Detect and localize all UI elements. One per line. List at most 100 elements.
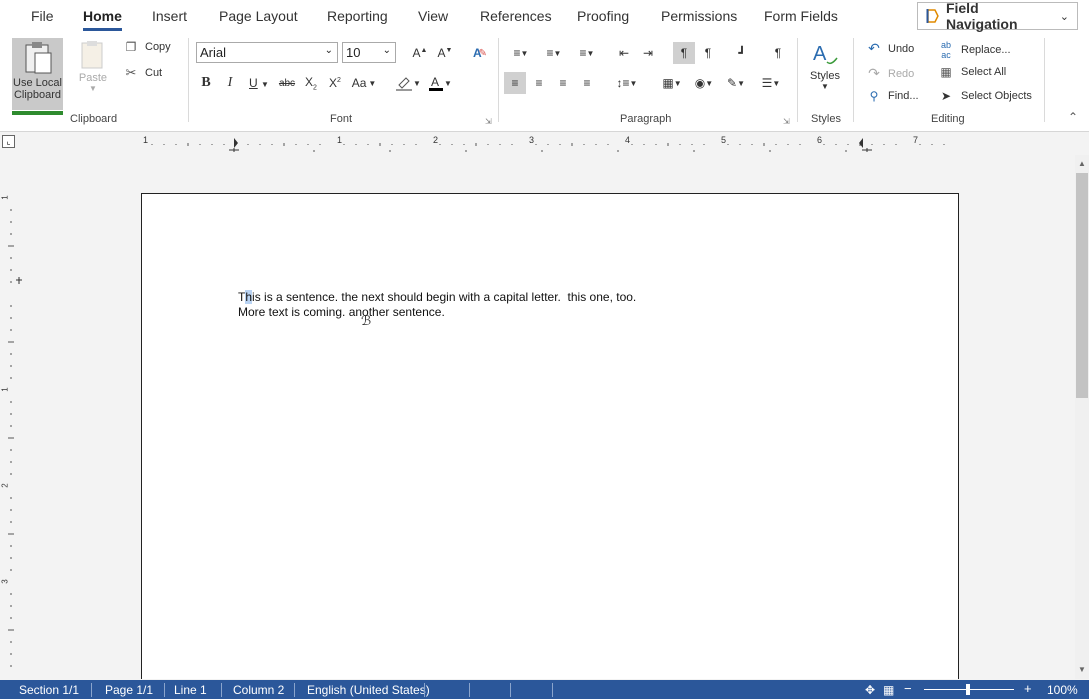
status-page: Page 1/1 (105, 683, 154, 697)
borders-button[interactable]: ▦ ▼ (658, 72, 686, 94)
numbering-button[interactable]: ≡ ▼ (540, 42, 568, 64)
tab-form-fields[interactable]: Form Fields (764, 8, 838, 24)
doc-line1-rest: is is a sentence. the next should begin … (252, 290, 637, 304)
vertical-scrollbar[interactable]: ▲ ▼ (1075, 155, 1089, 679)
font-dialog-launcher-icon[interactable]: ⇲ (485, 117, 492, 126)
decrease-indent-button[interactable]: ⇤ (613, 42, 635, 64)
font-size-select[interactable]: 10 ⌄ (342, 42, 396, 63)
styles-icon: A (813, 43, 838, 65)
tab-reporting[interactable]: Reporting (327, 8, 388, 24)
vertical-ruler[interactable]: 1 1 2 3 (0, 160, 22, 676)
border-color-button[interactable]: ✎ ▼ (722, 72, 750, 94)
shading-button[interactable]: ◉ ▼ (690, 72, 718, 94)
zoom-in-icon[interactable]: + (1024, 681, 1032, 696)
bold-button[interactable]: B (195, 72, 217, 94)
page-break-button[interactable]: ┛ (731, 42, 753, 64)
replace-button[interactable]: ab ac Replace... (937, 40, 1011, 60)
scroll-down-icon[interactable]: ▼ (1075, 663, 1089, 677)
vruler-ticks (8, 209, 22, 667)
scroll-up-icon[interactable]: ▲ (1075, 157, 1089, 171)
text-cursor-icon: ℬ (361, 313, 372, 328)
clear-formatting-button[interactable]: A ✎ (469, 42, 491, 64)
underline-button[interactable]: U ▼ (245, 72, 273, 94)
tab-permissions[interactable]: Permissions (661, 8, 737, 24)
tab-view[interactable]: View (418, 8, 448, 24)
paragraph-group-label: Paragraph (620, 113, 672, 125)
tab-references[interactable]: References (480, 8, 552, 24)
paragraph-dialog-launcher-icon[interactable]: ⇲ (783, 117, 790, 126)
grow-font-button[interactable]: A▲ (409, 42, 431, 64)
tab-home[interactable]: Home (83, 8, 122, 31)
horizontal-ruler[interactable]: 1 1 2 3 4 5 6 7 (140, 135, 955, 152)
ruler-number: 7 (913, 135, 919, 145)
tab-insert[interactable]: Insert (152, 8, 187, 24)
borders-icon: ▦ (662, 76, 674, 90)
redo-button[interactable]: ↷ Redo (866, 65, 914, 82)
vruler-number: 2 (0, 483, 10, 488)
undo-button[interactable]: ↶ Undo (866, 40, 914, 57)
align-left-button[interactable]: ≡ (504, 72, 526, 94)
tab-page-layout[interactable]: Page Layout (219, 8, 298, 24)
line-style-icon: ☰ (761, 76, 773, 90)
select-objects-button[interactable]: ➤ Select Objects (937, 89, 1032, 103)
zoom-out-icon[interactable]: − (904, 681, 912, 696)
font-name-select[interactable]: Arial ⌄ (196, 42, 338, 63)
rtl-button[interactable]: ¶ (697, 42, 719, 64)
increase-indent-button[interactable]: ⇥ (637, 42, 659, 64)
subscript-button[interactable]: X2 (300, 72, 322, 94)
use-local-clipboard-button[interactable]: Use Local Clipboard (12, 38, 63, 115)
paste-dropdown-icon: ▼ (89, 84, 97, 93)
bullets-button[interactable]: ≡ ▼ (507, 42, 535, 64)
paste-button[interactable]: Paste ▼ (78, 40, 108, 93)
vruler-number: 3 (0, 579, 10, 584)
shrink-font-button[interactable]: A▼ (434, 42, 456, 64)
scrollbar-thumb[interactable] (1076, 173, 1088, 398)
ltr-button[interactable]: ¶ (673, 42, 695, 64)
align-right-button[interactable]: ≡ (552, 72, 574, 94)
copy-label: Copy (145, 41, 171, 53)
chevron-down-icon: ▼ (368, 78, 377, 88)
document-area[interactable]: This is a sentence. the next should begi… (22, 155, 1075, 679)
page-view-icon[interactable]: ▦ (883, 683, 894, 697)
select-all-button[interactable]: ▦ Select All (937, 65, 1006, 79)
italic-button[interactable]: I (219, 72, 241, 94)
multilevel-list-button[interactable]: ≡ ▼ (573, 42, 601, 64)
styles-group-label: Styles (811, 113, 841, 125)
collapse-ribbon-icon[interactable]: ⌃ (1068, 110, 1078, 124)
field-navigation-button[interactable]: Field Navigation ⌄ (917, 0, 1078, 32)
justify-icon: ≡ (583, 76, 591, 90)
font-color-button[interactable]: A ▼ (426, 72, 454, 94)
tab-file[interactable]: File (31, 8, 54, 24)
subscript-icon: X2 (305, 74, 317, 92)
field-navigation-label: Field Navigation (945, 0, 1018, 32)
styles-button[interactable]: A Styles ▼ (808, 40, 842, 91)
decrease-indent-icon: ⇤ (618, 46, 630, 60)
line-spacing-button[interactable]: ↕≡ ▼ (613, 72, 641, 94)
find-button[interactable]: ⚲ Find... (866, 89, 919, 103)
highlighter-icon (396, 77, 413, 91)
search-icon: ⚲ (869, 89, 879, 103)
move-view-icon[interactable]: ✥ (865, 683, 875, 697)
border-style-button[interactable]: ☰ ▼ (757, 72, 785, 94)
justify-button[interactable]: ≡ (576, 72, 598, 94)
separator (424, 683, 425, 697)
highlight-color-button[interactable]: ▼ (393, 72, 423, 94)
zoom-slider-thumb[interactable] (966, 684, 970, 695)
superscript-button[interactable]: X2 (324, 72, 346, 94)
copy-button[interactable]: ❐ Copy (123, 40, 171, 54)
tab-selector-icon[interactable]: ⌞ (2, 135, 15, 148)
change-case-button[interactable]: Aa ▼ (350, 72, 378, 94)
show-formatting-button[interactable]: ¶ (767, 42, 789, 64)
word-processor-window: File Home Insert Page Layout Reporting V… (0, 0, 1089, 699)
svg-text:A: A (431, 75, 439, 89)
status-language[interactable]: English (United States) (307, 683, 430, 697)
separator (91, 683, 92, 697)
cut-button[interactable]: ✂ Cut (123, 65, 163, 81)
tab-proofing[interactable]: Proofing (577, 8, 629, 24)
strikethrough-button[interactable]: abc (276, 72, 298, 94)
undo-label: Undo (888, 42, 915, 55)
document-text[interactable]: This is a sentence. the next should begi… (238, 290, 636, 320)
align-center-button[interactable]: ≡ (528, 72, 550, 94)
document-page[interactable]: This is a sentence. the next should begi… (141, 193, 959, 679)
paint-bucket-icon: ◉ (694, 76, 706, 90)
